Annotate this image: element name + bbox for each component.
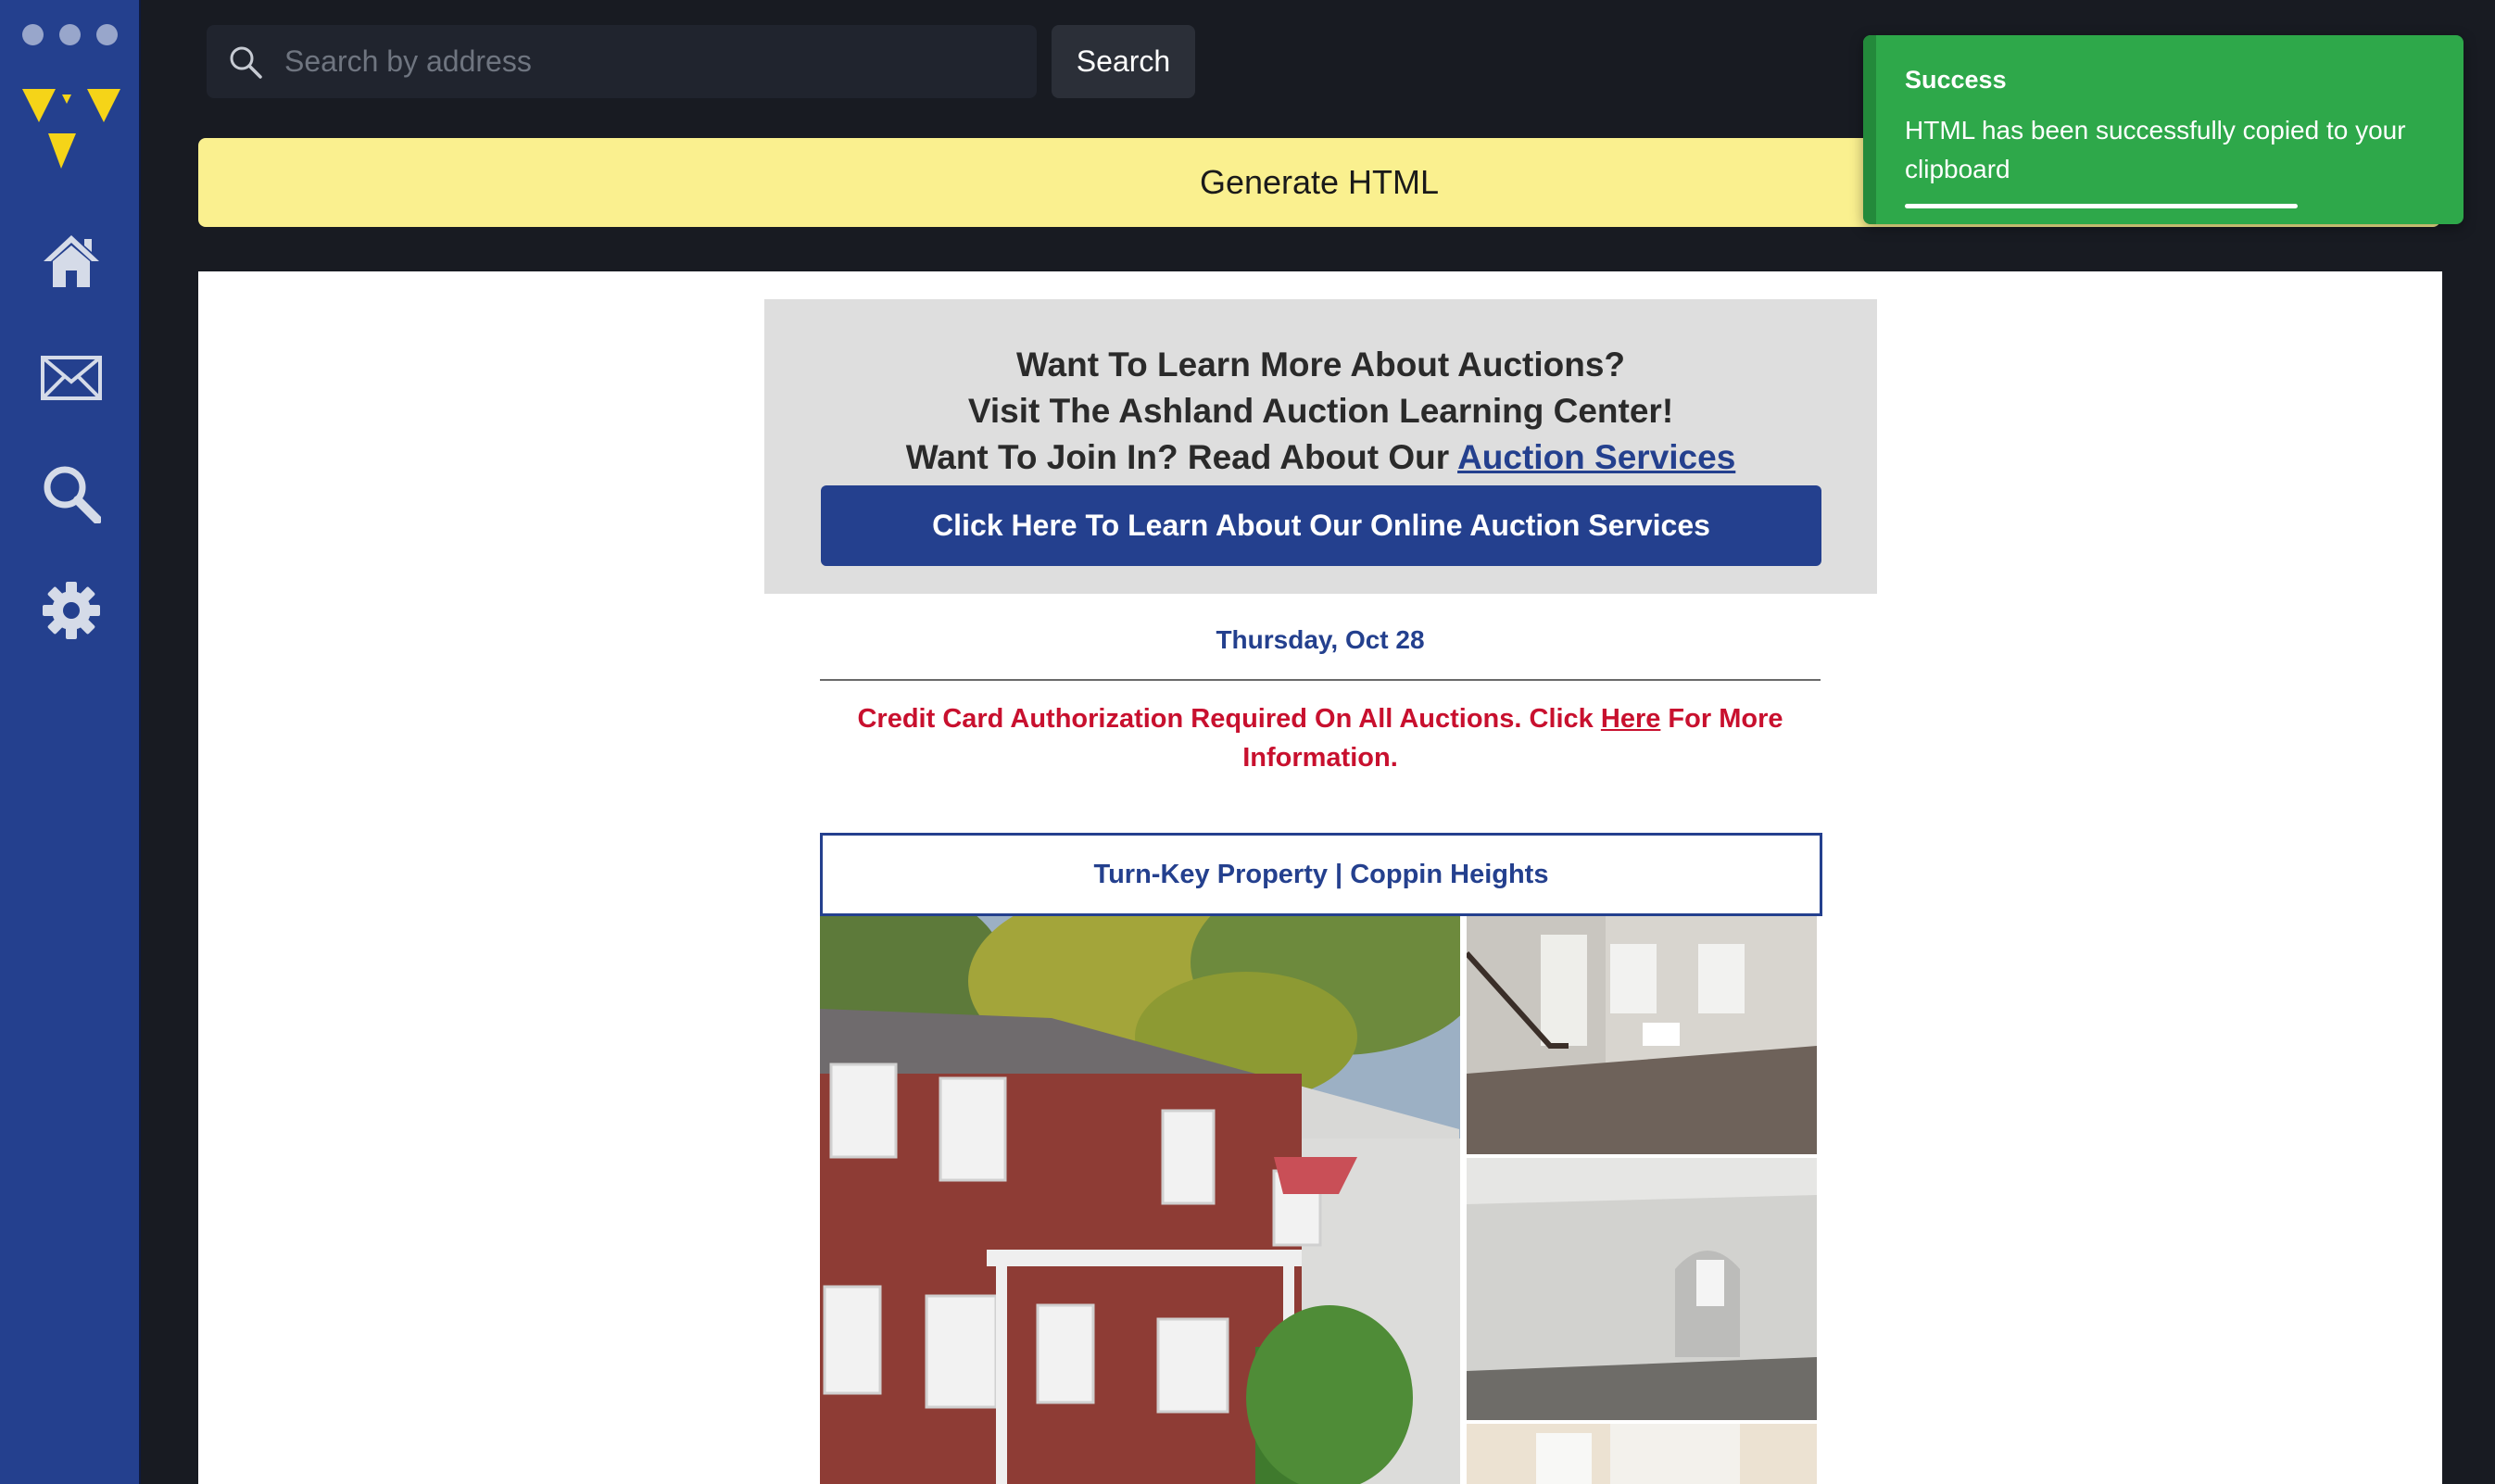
property-interior-photo-3[interactable] [1467,1424,1817,1484]
property-interior-photo-2[interactable] [1467,1158,1817,1420]
promo-line-1: Want To Learn More About Auctions? [1015,346,1626,384]
minimize-window-button[interactable] [59,24,81,45]
success-toast[interactable]: Success HTML has been successfully copie… [1863,35,2463,224]
online-auction-services-button[interactable]: Click Here To Learn About Our Online Auc… [821,485,1821,566]
toast-accent-stripe [1863,35,1876,224]
promo-line-3: Want To Join In? Read About Our Auction … [764,434,1877,481]
close-window-button[interactable] [22,24,44,45]
toast-title: Success [1905,66,2007,94]
address-search-field[interactable] [207,25,1037,98]
property-title[interactable]: Turn-Key Property | Coppin Heights [820,833,1822,916]
email-preview: Want To Learn More About Auctions? Visit… [198,271,2442,1484]
notice-text-prefix: Credit Card Authorization Required On Al… [857,704,1601,734]
auction-date: Thursday, Oct 28 [1216,625,1425,654]
promo-line-2: Visit The Ashland Auction Learning Cente… [967,392,1674,430]
auction-services-link[interactable]: Auction Services [1457,438,1735,476]
search-icon [227,44,264,81]
search-button[interactable]: Search [1052,25,1195,98]
gear-icon[interactable] [39,578,104,643]
credit-card-notice: Credit Card Authorization Required On Al… [847,699,1794,777]
mail-icon[interactable] [39,346,104,410]
property-interior-photo-1[interactable] [1467,916,1817,1154]
sidebar [0,0,141,1484]
window-controls [22,24,118,45]
search-icon[interactable] [39,461,104,526]
auction-promo-box: Want To Learn More About Auctions? Visit… [764,299,1877,594]
home-icon[interactable] [39,229,104,294]
divider [820,679,1821,681]
app-logo [20,82,122,174]
toast-progress-bar [1905,204,2298,208]
promo-line-3-text: Want To Join In? Read About Our [905,438,1458,476]
property-exterior-photo[interactable] [820,916,1460,1484]
notice-here-link[interactable]: Here [1601,704,1661,734]
toast-message: HTML has been successfully copied to you… [1905,116,2406,183]
maximize-window-button[interactable] [96,24,118,45]
search-input[interactable] [283,44,1037,80]
